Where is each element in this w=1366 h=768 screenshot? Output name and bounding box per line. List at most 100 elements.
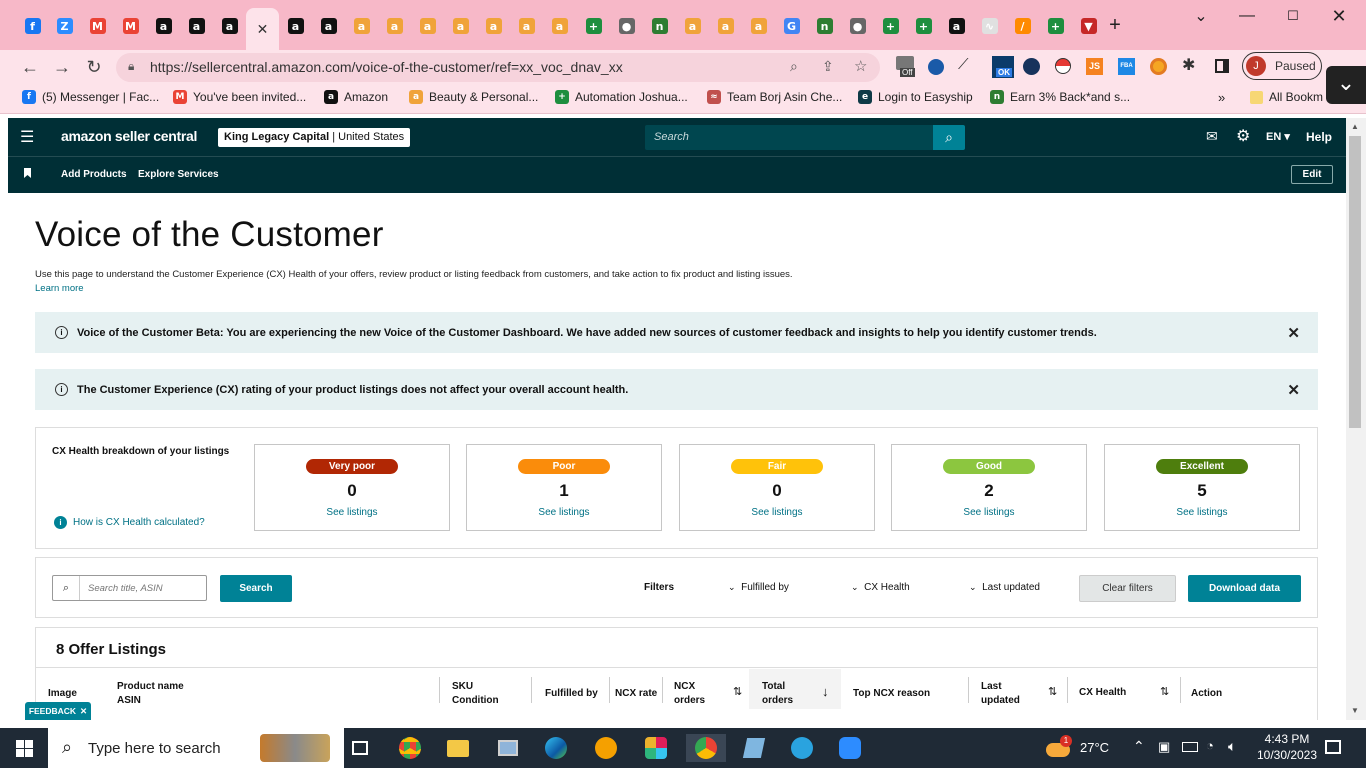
temperature[interactable]: 27°C bbox=[1080, 740, 1109, 755]
back-button[interactable]: ← bbox=[17, 54, 43, 80]
store-selector[interactable]: King Legacy Capital | United States bbox=[218, 128, 411, 147]
browser-tab[interactable]: ● bbox=[841, 8, 874, 44]
zoom-icon[interactable]: ⌕ bbox=[790, 58, 798, 75]
battery-icon[interactable] bbox=[1182, 742, 1198, 752]
bookmark-item[interactable]: n Earn 3% Back*and s... bbox=[990, 90, 1130, 104]
extension-fba-icon[interactable]: FBA bbox=[1118, 58, 1135, 75]
how-calculated-link[interactable]: i How is CX Health calculated? bbox=[54, 516, 205, 529]
browser-tab[interactable]: a bbox=[742, 8, 775, 44]
help-link[interactable]: Help bbox=[1306, 130, 1332, 144]
browser-tab[interactable]: a bbox=[411, 8, 444, 44]
browser-tab[interactable]: ✕ bbox=[246, 8, 279, 50]
bookmark-item[interactable]: ≈ Team Borj Asin Che... bbox=[707, 90, 842, 104]
sort-desc-icon[interactable]: ↓ bbox=[822, 684, 829, 699]
header-search-input[interactable]: Search bbox=[645, 125, 933, 150]
remote-desktop-icon[interactable] bbox=[492, 734, 524, 762]
browser-tab[interactable]: a bbox=[279, 8, 312, 44]
nav-explore-services[interactable]: Explore Services bbox=[138, 169, 219, 180]
filter-last-updated[interactable]: ⌄ Last updated bbox=[969, 582, 1040, 593]
browser-tab[interactable]: ▼ bbox=[1072, 8, 1105, 44]
extension-circle-icon[interactable] bbox=[1150, 58, 1167, 75]
col-last-updated[interactable]: Last updated bbox=[981, 680, 1020, 708]
see-listings-link[interactable]: See listings bbox=[467, 507, 661, 518]
address-bar[interactable]: 🔒︎ https://sellercentral.amazon.com/voic… bbox=[116, 53, 880, 82]
new-tab-button[interactable]: + bbox=[1105, 14, 1125, 37]
bookmark-item[interactable]: a Amazon bbox=[324, 90, 388, 104]
bookmark-icon[interactable] bbox=[24, 168, 31, 178]
tray-chevron-up-icon[interactable]: ⌃ bbox=[1133, 738, 1145, 755]
forward-button[interactable]: → bbox=[49, 54, 75, 80]
clock[interactable]: 4:43 PM 10/30/2023 bbox=[1254, 731, 1320, 763]
extensions-puzzle-icon[interactable]: ✱ bbox=[1182, 55, 1195, 75]
col-cx-health[interactable]: CX Health bbox=[1079, 686, 1126, 700]
lock-icon[interactable]: 🔒︎ bbox=[128, 59, 134, 74]
feedback-button[interactable]: FEEDBACK ✕ bbox=[25, 702, 91, 720]
browser-tab[interactable]: a bbox=[312, 8, 345, 44]
browser-tab[interactable]: a bbox=[378, 8, 411, 44]
bookmark-item[interactable]: + Automation Joshua... bbox=[555, 90, 688, 104]
scrollbar-thumb[interactable] bbox=[1349, 136, 1361, 428]
browser-tab[interactable]: a bbox=[213, 8, 246, 44]
bookmark-item[interactable]: a Beauty & Personal... bbox=[409, 90, 538, 104]
see-listings-link[interactable]: See listings bbox=[255, 507, 449, 518]
listing-search-button[interactable]: Search bbox=[220, 575, 292, 602]
browser-tab[interactable]: f bbox=[16, 8, 49, 44]
minimize-button[interactable]: — bbox=[1224, 4, 1270, 28]
browser-tab[interactable]: n bbox=[643, 8, 676, 44]
browser-tab[interactable]: / bbox=[1006, 8, 1039, 44]
mail-icon[interactable]: ✉ bbox=[1206, 128, 1218, 145]
reload-button[interactable]: ↻ bbox=[81, 54, 107, 80]
browser-tab[interactable]: + bbox=[874, 8, 907, 44]
volume-icon[interactable]: 🔈︎ bbox=[1228, 738, 1236, 755]
extension-chart-icon[interactable] bbox=[1023, 58, 1040, 75]
side-panel-icon[interactable] bbox=[1215, 59, 1229, 73]
notifications-icon[interactable] bbox=[1325, 740, 1341, 754]
sort-icon[interactable]: ⇅ bbox=[733, 685, 742, 698]
browser-tab[interactable]: a bbox=[147, 8, 180, 44]
url-text[interactable]: https://sellercentral.amazon.com/voice-o… bbox=[150, 59, 623, 75]
slack-icon[interactable] bbox=[640, 734, 672, 762]
browser-tab[interactable]: + bbox=[577, 8, 610, 44]
star-icon[interactable]: ☆ bbox=[854, 57, 867, 75]
browser-tab[interactable]: a bbox=[510, 8, 543, 44]
col-ncx-rate[interactable]: NCX rate bbox=[615, 687, 657, 701]
browser-tab[interactable]: a bbox=[444, 8, 477, 44]
header-search-button[interactable]: ⌕ bbox=[933, 125, 965, 150]
browser-tab[interactable]: a bbox=[709, 8, 742, 44]
wifi-icon[interactable]: ◔ bbox=[1206, 738, 1214, 753]
maximize-button[interactable]: ☐ bbox=[1270, 4, 1316, 28]
meet-now-icon[interactable]: ▣ bbox=[1158, 739, 1170, 755]
bookmarks-overflow-button[interactable]: » bbox=[1218, 90, 1225, 105]
browser-tab[interactable]: ● bbox=[610, 8, 643, 44]
windows-start-icon[interactable] bbox=[16, 740, 33, 757]
see-listings-link[interactable]: See listings bbox=[892, 507, 1086, 518]
edit-nav-button[interactable]: Edit bbox=[1291, 165, 1333, 184]
close-icon[interactable]: ✕ bbox=[257, 21, 269, 38]
tab-search-icon[interactable]: ⌄ bbox=[1178, 4, 1224, 28]
see-listings-link[interactable]: See listings bbox=[680, 507, 874, 518]
browser-tab[interactable]: n bbox=[808, 8, 841, 44]
col-sku[interactable]: SKU bbox=[452, 680, 473, 694]
bookmark-item[interactable]: f (5) Messenger | Fac... bbox=[22, 90, 159, 104]
browser-tab[interactable]: M bbox=[81, 8, 114, 44]
browser-tab[interactable]: a bbox=[345, 8, 378, 44]
all-bookmarks-button[interactable]: All Bookm bbox=[1250, 90, 1323, 104]
extension-off-icon[interactable]: Off bbox=[896, 56, 918, 78]
browser-tab[interactable]: a bbox=[180, 8, 213, 44]
browser-tab[interactable]: a bbox=[676, 8, 709, 44]
close-window-button[interactable]: ✕ bbox=[1316, 4, 1362, 28]
extension-gear-icon[interactable] bbox=[928, 59, 944, 75]
browser-tab[interactable]: + bbox=[907, 8, 940, 44]
col-ncx-orders[interactable]: NCX orders bbox=[674, 680, 705, 708]
extension-arrow-icon[interactable]: ⟋ bbox=[958, 56, 969, 73]
chrome-profile-icon[interactable] bbox=[686, 734, 726, 762]
col-total-orders[interactable]: Total orders bbox=[762, 680, 793, 708]
see-listings-link[interactable]: See listings bbox=[1105, 507, 1299, 518]
col-top-ncx-reason[interactable]: Top NCX reason bbox=[853, 687, 930, 701]
weather-icon[interactable]: 1 bbox=[1046, 735, 1072, 759]
learn-more-link[interactable]: Learn more bbox=[35, 283, 84, 294]
task-view-icon[interactable] bbox=[344, 734, 376, 762]
chrome-icon[interactable] bbox=[394, 734, 426, 762]
hamburger-menu-icon[interactable]: ☰ bbox=[20, 127, 34, 147]
profile-button[interactable]: J Paused bbox=[1242, 52, 1322, 80]
